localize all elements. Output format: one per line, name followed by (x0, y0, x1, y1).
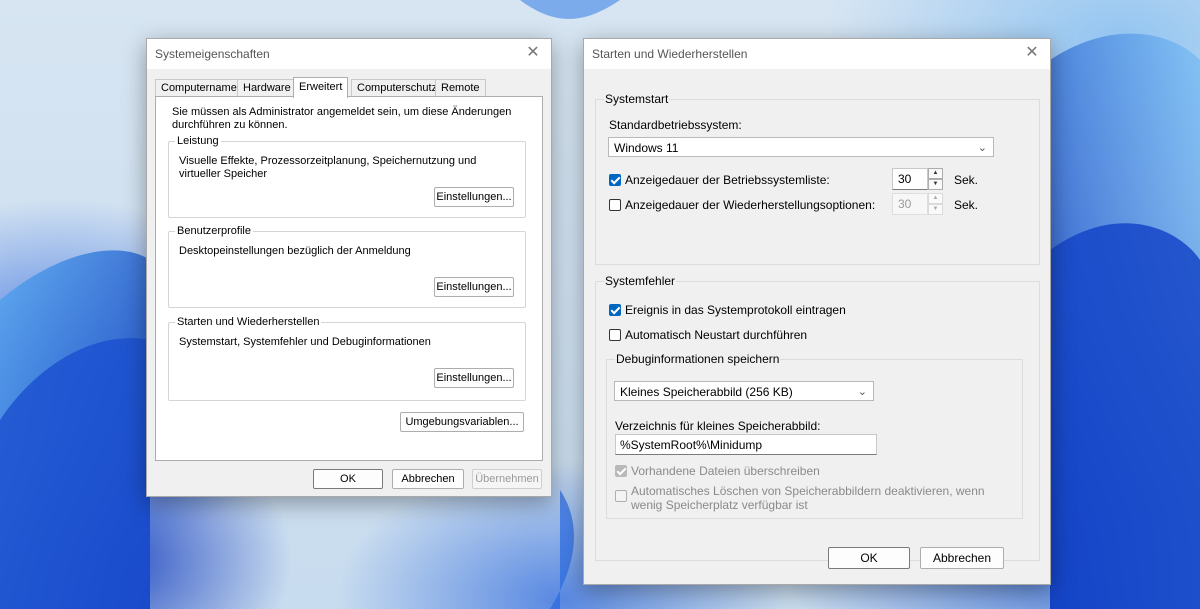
chevron-down-icon: ⌄ (977, 142, 987, 154)
default-os-value: Windows 11 (614, 141, 679, 155)
chevron-down-icon: ⌄ (857, 386, 867, 398)
systemfehler-group: Systemfehler Ereignis in das Systemproto… (595, 274, 1040, 561)
show-os-list-value[interactable]: 30 (892, 168, 928, 190)
benutzerprofile-settings-button[interactable]: Einstellungen... (434, 277, 514, 297)
seconds-unit-label: Sek. (954, 173, 979, 187)
show-os-list-checkbox[interactable] (609, 174, 621, 186)
show-os-list-spinner[interactable]: 30 ▲ ▼ (892, 168, 944, 190)
close-icon[interactable]: ✕ (523, 43, 543, 63)
ok-button[interactable]: OK (313, 469, 383, 489)
overwrite-checkbox[interactable] (615, 465, 627, 477)
dump-type-value: Kleines Speicherabbild (256 KB) (620, 385, 793, 399)
startup-recovery-dialog: Starten und Wiederherstellen ✕ Systemsta… (583, 38, 1051, 585)
spin-down-icon[interactable]: ▼ (928, 179, 943, 190)
group-benutzerprofile: Benutzerprofile Desktopeinstellungen bez… (168, 225, 526, 308)
cancel-button[interactable]: Abbrechen (920, 547, 1004, 569)
debug-info-legend: Debuginformationen speichern (615, 352, 781, 366)
show-recovery-label: Anzeigedauer der Wiederherstellungsoptio… (625, 198, 876, 212)
group-leistung: Leistung Visuelle Effekte, Prozessorzeit… (168, 135, 526, 218)
auto-restart-label: Automatisch Neustart durchführen (625, 328, 808, 342)
titlebar[interactable]: Systemeigenschaften ✕ (147, 39, 551, 69)
group-description: Systemstart, Systemfehler und Debuginfor… (179, 336, 431, 348)
systemfehler-legend: Systemfehler (604, 274, 677, 288)
tab-computername[interactable]: Computername (155, 79, 243, 97)
show-recovery-value[interactable]: 30 (892, 193, 928, 215)
dump-dir-input[interactable]: %SystemRoot%\Minidump (615, 434, 877, 455)
close-icon[interactable]: ✕ (1022, 43, 1042, 63)
environment-variables-button[interactable]: Umgebungsvariablen... (400, 412, 524, 432)
dump-type-select[interactable]: Kleines Speicherabbild (256 KB) ⌄ (614, 381, 874, 401)
spin-up-icon[interactable]: ▲ (928, 193, 943, 204)
systemstart-legend: Systemstart (604, 92, 670, 106)
debug-info-group: Debuginformationen speichern Kleines Spe… (606, 352, 1023, 519)
group-description: Visuelle Effekte, Prozessorzeitplanung, … (179, 155, 477, 180)
tab-erweitert[interactable]: Erweitert (293, 77, 349, 98)
log-event-label: Ereignis in das Systemprotokoll eintrage… (625, 303, 846, 317)
spin-up-icon[interactable]: ▲ (928, 168, 943, 179)
group-starten-wiederherstellen: Starten und Wiederherstellen Systemstart… (168, 316, 526, 401)
ok-button[interactable]: OK (828, 547, 910, 569)
group-title: Leistung (175, 135, 221, 147)
disable-auto-delete-label-line2: wenig Speicherplatz verfügbar ist (631, 498, 808, 512)
spin-down-icon[interactable]: ▼ (928, 204, 943, 215)
group-title: Benutzerprofile (175, 225, 253, 237)
show-os-list-label: Anzeigedauer der Betriebssystemliste: (625, 173, 830, 187)
default-os-label: Standardbetriebssystem: (609, 118, 742, 132)
dialog-title: Starten und Wiederherstellen (592, 47, 748, 61)
default-os-select[interactable]: Windows 11 ⌄ (608, 137, 994, 157)
group-description: Desktopeinstellungen bezüglich der Anmel… (179, 245, 411, 257)
show-recovery-spinner[interactable]: 30 ▲ ▼ (892, 193, 944, 215)
dump-dir-label: Verzeichnis für kleines Speicherabbild: (615, 419, 821, 433)
leistung-settings-button[interactable]: Einstellungen... (434, 187, 514, 207)
titlebar[interactable]: Starten und Wiederherstellen ✕ (584, 39, 1050, 69)
seconds-unit-label: Sek. (954, 198, 979, 212)
systemstart-group: Systemstart Standardbetriebssystem: Wind… (595, 92, 1040, 265)
tab-remote[interactable]: Remote (435, 79, 486, 97)
tab-hardware[interactable]: Hardware (237, 79, 297, 97)
admin-note: Sie müssen als Administrator angemeldet … (172, 106, 512, 131)
log-event-checkbox[interactable] (609, 304, 621, 316)
overwrite-label: Vorhandene Dateien überschreiben (631, 464, 820, 478)
tab-computerschutz[interactable]: Computerschutz (351, 79, 444, 97)
dialog-title: Systemeigenschaften (155, 47, 270, 61)
cancel-button[interactable]: Abbrechen (392, 469, 464, 489)
starten-settings-button[interactable]: Einstellungen... (434, 368, 514, 388)
show-recovery-checkbox[interactable] (609, 199, 621, 211)
apply-button[interactable]: Übernehmen (472, 469, 542, 489)
system-properties-dialog: Systemeigenschaften ✕ Computername Hardw… (146, 38, 552, 497)
dialog-body: Systemstart Standardbetriebssystem: Wind… (584, 69, 1050, 584)
tab-panel-erweitert: Sie müssen als Administrator angemeldet … (155, 96, 543, 461)
group-title: Starten und Wiederherstellen (175, 316, 322, 328)
auto-restart-checkbox[interactable] (609, 329, 621, 341)
disable-auto-delete-label-line1: Automatisches Löschen von Speicherabbild… (631, 484, 985, 498)
disable-auto-delete-checkbox[interactable] (615, 490, 627, 502)
